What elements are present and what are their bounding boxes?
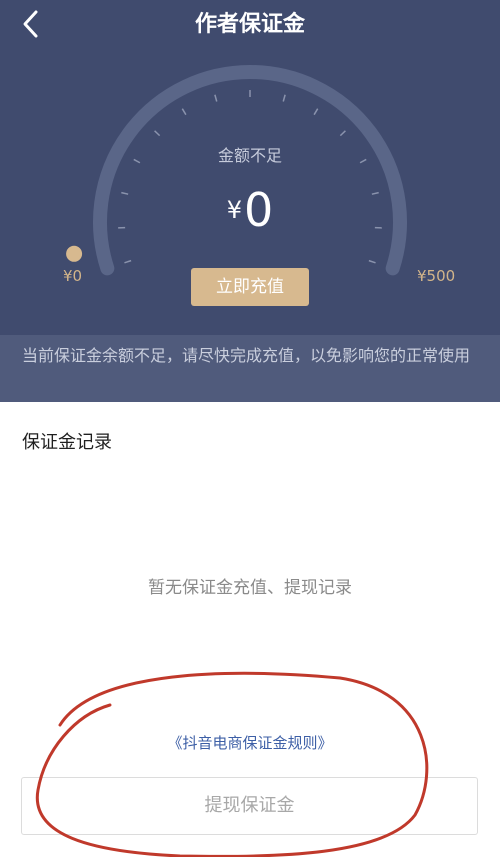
range-max-label: ¥500 <box>417 267 456 285</box>
balance-status-label: 金额不足 <box>217 146 282 165</box>
records-empty-state: 暂无保证金充值、提现记录 <box>148 578 352 598</box>
gauge-tick <box>368 259 376 264</box>
gauge-tick <box>214 94 218 102</box>
range-min-label: ¥0 <box>63 267 83 285</box>
gauge-tick <box>313 108 319 116</box>
balance-header: 作者保证金 金额不足 ¥0 ¥0 ¥500 立即充值 <box>0 0 500 335</box>
records-title: 保证金记录 <box>22 432 112 453</box>
gauge-tick <box>282 94 286 102</box>
balance-notice: 当前保证金余额不足，请尽快完成充值，以免影响您的正常使用 <box>0 335 500 402</box>
gauge-tick <box>339 130 346 137</box>
recharge-button[interactable]: 立即充值 <box>191 268 309 306</box>
gauge-tick <box>154 130 161 137</box>
withdraw-button[interactable]: 提现保证金 <box>21 777 478 835</box>
balance-amount: ¥0 <box>0 180 500 251</box>
gauge-tick <box>124 259 132 264</box>
balance-value: 0 <box>244 183 274 237</box>
currency-symbol: ¥ <box>226 196 242 224</box>
rules-link[interactable]: 《抖音电商保证金规则》 <box>0 731 500 755</box>
gauge-tick <box>181 108 187 116</box>
